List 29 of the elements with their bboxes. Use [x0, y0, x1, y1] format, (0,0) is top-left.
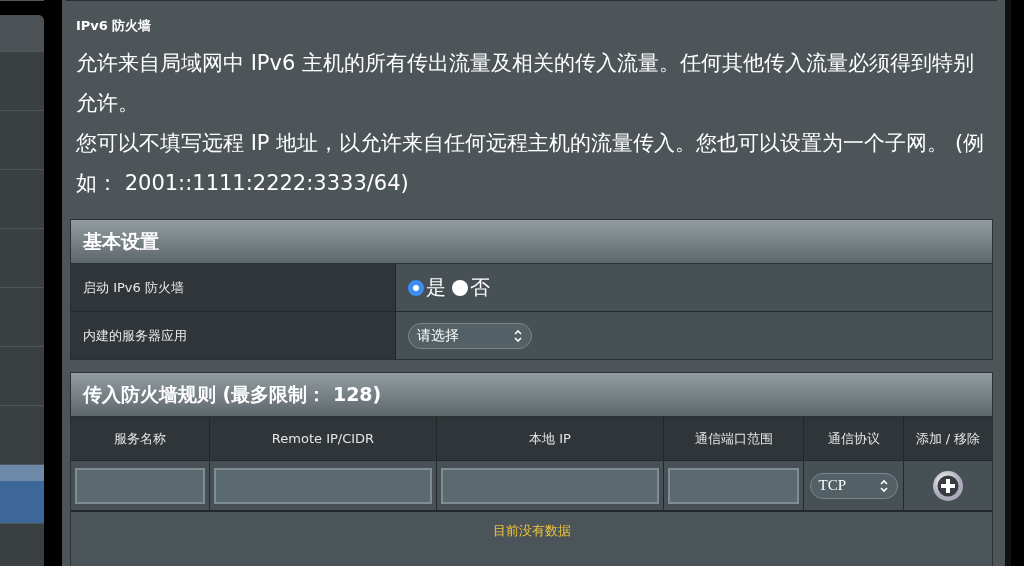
protocol-select[interactable]: TCP [809, 472, 898, 499]
setting-label: 启动 IPv6 防火墙 [71, 264, 396, 311]
updown-caret-icon [513, 328, 523, 343]
empty-message: 目前没有数据 [492, 522, 571, 538]
description-paragraph: 您可以不填写远程 IP 地址，以允许来自任何远程主机的流量传入。您也可以设置为一个子网。 (例如： 2001::1111:2222:3333/64) [76, 130, 986, 197]
section-title: IPv6 防火墙 [76, 17, 153, 35]
description-paragraph: 允许来自局域网中 IPv6 主机的所有传出流量及相关的传入流量。任何其他传入流量必须得到特别允许。 [76, 50, 975, 117]
input-field[interactable] [441, 467, 659, 504]
column-header: 添加 / 移除 [904, 417, 992, 461]
input-field[interactable] [214, 467, 432, 504]
select-dropdown[interactable]: 请选择 [408, 322, 532, 349]
radio-button[interactable] [408, 279, 424, 296]
column-header: 通信协议 [804, 417, 904, 461]
sidebar-item[interactable] [0, 464, 44, 523]
column-header: Remote IP/CIDR [210, 417, 437, 461]
section-header: 传入防火墙规则 (最多限制： 128) [71, 373, 992, 417]
add-icon[interactable] [932, 469, 964, 502]
radio-button[interactable] [452, 279, 468, 296]
input-field[interactable] [668, 467, 799, 504]
column-header: 服务名称 [71, 417, 210, 461]
column-header: 通信端口范围 [664, 417, 804, 461]
radio-label[interactable]: 是 [426, 274, 446, 301]
setting-label: 内建的服务器应用 [71, 312, 396, 359]
column-header: 本地 IP [437, 417, 664, 461]
input-field[interactable] [75, 467, 205, 504]
section-header: 基本设置 [71, 220, 992, 264]
updown-caret-icon [878, 478, 889, 493]
sidebar-header [0, 15, 44, 51]
radio-label[interactable]: 否 [470, 274, 490, 301]
